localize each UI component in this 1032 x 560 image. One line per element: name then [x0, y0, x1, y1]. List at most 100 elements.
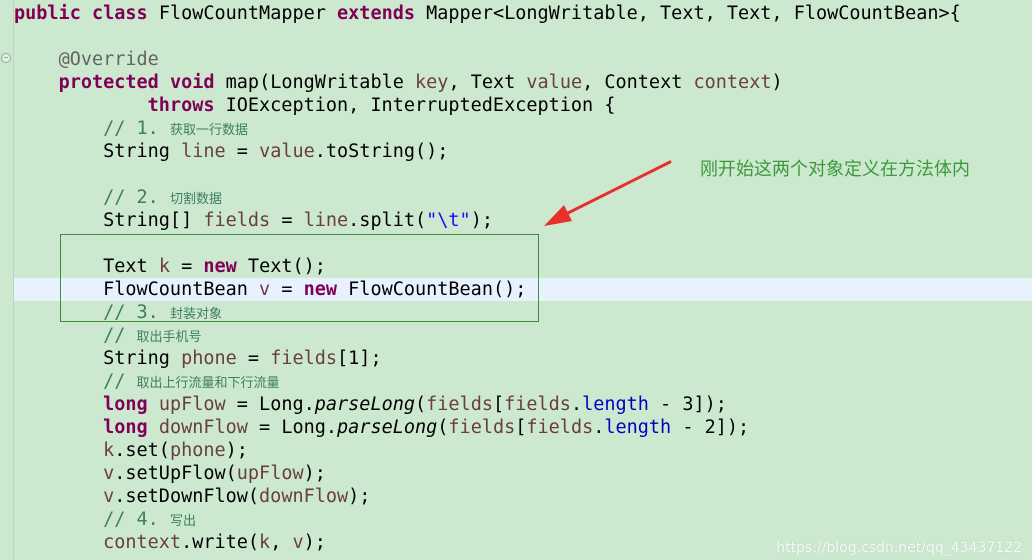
code-text: FlowCountBean(); [337, 279, 527, 300]
code-text: .setDownFlow( [114, 486, 260, 507]
code-line-15: // 取出手机号 [14, 324, 1032, 347]
fold-collapse-icon[interactable]: − [1, 53, 11, 63]
code-text: , [270, 532, 293, 553]
keyword: long [103, 394, 148, 415]
param: value [526, 72, 583, 93]
variable: fields [203, 210, 271, 231]
annotation-arrow-icon [544, 160, 672, 226]
field: length [604, 417, 672, 438]
code-line-19: long downFlow = Long.parseLong(fields[fi… [14, 416, 1032, 439]
comment: // [103, 371, 137, 392]
keyword: throws [147, 95, 215, 116]
code-text: IOException, InterruptedException { [214, 95, 616, 116]
code-text: ( [415, 394, 427, 415]
variable: k [259, 532, 271, 553]
variable: fields [448, 417, 516, 438]
code-line-3: @Override [14, 48, 1032, 71]
code-line-22: v.setDownFlow(downFlow); [14, 485, 1032, 508]
code-text: .toString(); [314, 141, 449, 162]
code-text: = [270, 279, 304, 300]
variable: context [103, 532, 182, 553]
variable: downFlow [158, 417, 248, 438]
comment-text: 取出上行流量和下行流量 [136, 376, 280, 391]
annotation: @Override [58, 49, 159, 70]
watermark: https://blog.csdn.net/qq_43437122 [776, 540, 1022, 556]
variable: downFlow [259, 486, 349, 507]
variable: v [259, 279, 271, 300]
code-text: Text(); [236, 256, 326, 277]
variable: v [292, 532, 304, 553]
code-line-13-current: FlowCountBean v = new FlowCountBean(); [14, 278, 1032, 301]
code-line-14: // 3. 封装对象 [14, 301, 1032, 324]
code-text: = Long. [247, 417, 338, 438]
keyword: class [91, 3, 148, 24]
code-text: . [570, 394, 583, 415]
comment-text: 取出手机号 [136, 330, 202, 345]
code-line-21: v.setUpFlow(upFlow); [14, 462, 1032, 485]
code-text: Mapper<LongWritable, Text, Text, FlowCou… [426, 3, 961, 24]
code-text: String [103, 141, 182, 162]
variable: value [259, 141, 315, 162]
variable: k [158, 256, 170, 277]
code-line-5: throws IOException, InterruptedException… [14, 94, 1032, 117]
comment-text: 封装对象 [169, 307, 222, 322]
code-text: ); [470, 210, 493, 231]
keyword: extends [337, 3, 415, 24]
param: key [415, 72, 449, 93]
code-text: - 3]); [648, 394, 727, 415]
class-name: FlowCountMapper [158, 3, 326, 24]
code-text: [ [492, 394, 505, 415]
variable: line [303, 210, 349, 231]
variable: v [103, 486, 115, 507]
code-line-6: // 1. 获取一行数据 [14, 117, 1032, 140]
variable: v [103, 463, 115, 484]
code-editor[interactable]: public class FlowCountMapper extends Map… [14, 0, 1032, 560]
field: length [582, 394, 649, 415]
comment: // 3. [103, 302, 170, 323]
code-text: map(LongWritable [225, 72, 416, 93]
code-line-9: // 2. 切割数据 [14, 186, 1032, 209]
comment: // 1. [103, 118, 170, 139]
code-text: ); [303, 463, 326, 484]
variable: fields [270, 348, 338, 369]
code-line-1: public class FlowCountMapper extends Map… [14, 2, 1032, 25]
string-literal: "\t" [426, 210, 471, 231]
code-text: ); [225, 440, 248, 461]
variable: k [103, 440, 115, 461]
code-text: FlowCountBean [103, 279, 260, 300]
keyword: protected [58, 72, 159, 93]
code-text: , Text [448, 72, 527, 93]
code-text: String[] [103, 210, 204, 231]
comment-text: 获取一行数据 [169, 123, 248, 138]
variable: phone [169, 440, 226, 461]
code-text: = [236, 348, 271, 369]
variable: phone [181, 348, 237, 369]
comment: // 4. [103, 509, 170, 530]
keyword: void [169, 72, 215, 93]
code-text: , Context [582, 72, 694, 93]
code-text: .write( [181, 532, 260, 553]
comment: // [103, 325, 137, 346]
code-text: ( [437, 417, 449, 438]
comment-text: 写出 [169, 514, 196, 529]
code-text: .setUpFlow( [114, 463, 237, 484]
code-text: ); [348, 486, 371, 507]
code-line-12: Text k = new Text(); [14, 255, 1032, 278]
code-line-18: long upFlow = Long.parseLong(fields[fiel… [14, 393, 1032, 416]
editor-gutter: − [0, 0, 14, 560]
variable: fields [426, 394, 493, 415]
code-text: [ [515, 417, 527, 438]
code-text: .split( [348, 210, 427, 231]
code-text: [1]; [337, 348, 382, 369]
code-text: ); [303, 532, 326, 553]
code-line-16: String phone = fields[1]; [14, 347, 1032, 370]
code-line-23: // 4. 写出 [14, 508, 1032, 531]
comment: // 2. [103, 187, 170, 208]
code-text: String [103, 348, 182, 369]
keyword: new [303, 279, 338, 300]
method-call: parseLong [314, 394, 415, 415]
code-text: .set( [114, 440, 170, 461]
code-text: = Long. [225, 394, 315, 415]
